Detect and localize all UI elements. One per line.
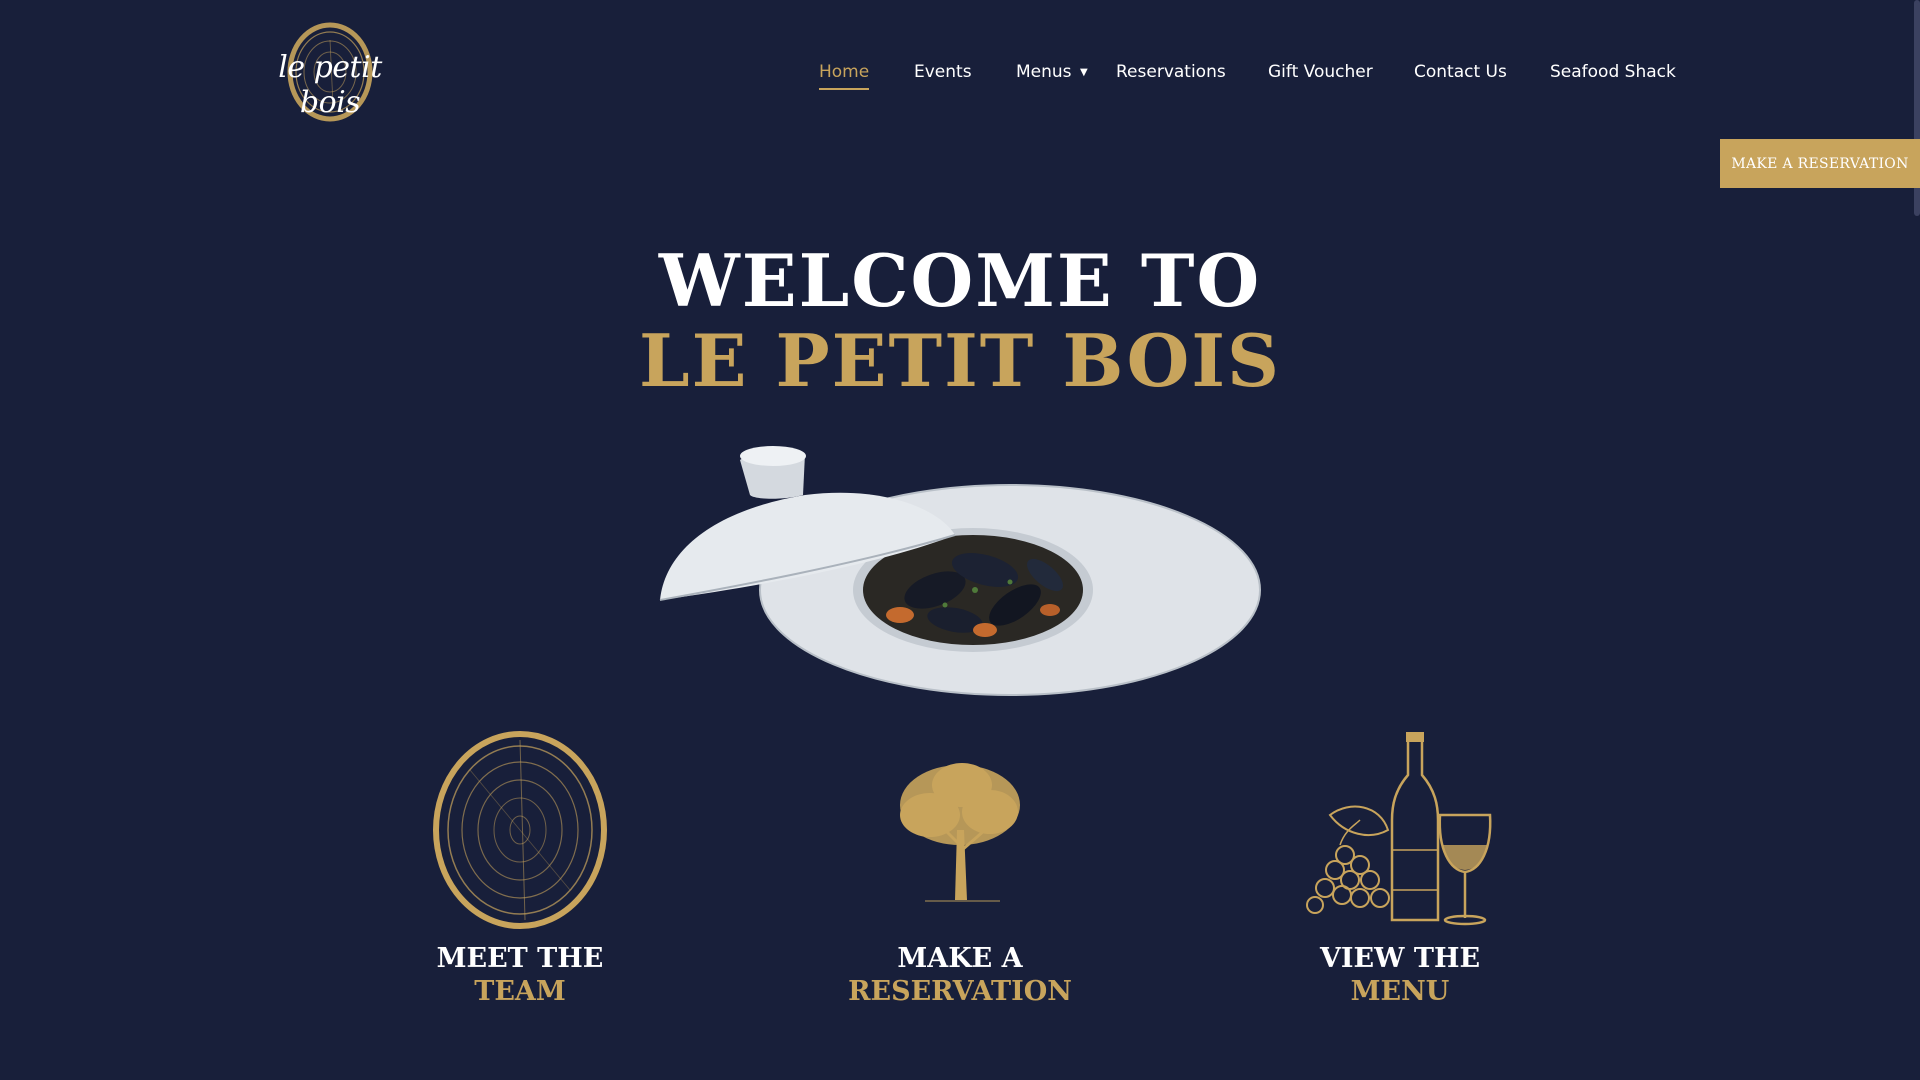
mussels-dish-image [655, 440, 1265, 704]
make-reservation-button[interactable]: MAKE A RESERVATION [1720, 139, 1920, 188]
feature-make-a-reservation[interactable]: MAKE A RESERVATION [810, 730, 1110, 1008]
chevron-down-icon[interactable]: ▼ [1080, 67, 1088, 78]
hero-title-line1: WELCOME TO [658, 238, 1262, 323]
nav-item-events[interactable]: Events [914, 62, 972, 82]
nav-item-gift-voucher[interactable]: Gift Voucher [1268, 62, 1373, 82]
feature-view-the-menu[interactable]: VIEW THE MENU [1250, 730, 1550, 1008]
feature-menu-line1: VIEW THE [1319, 943, 1481, 974]
feature-meet-the-team[interactable]: MEET THE TEAM [370, 730, 670, 1008]
nav-item-reservations[interactable]: Reservations [1116, 62, 1226, 82]
feature-team-line2: TEAM [474, 976, 566, 1007]
nav-item-menus[interactable]: Menus [1016, 62, 1072, 82]
main-navigation: Home Events Menus ▼ Reservations Gift Vo… [0, 62, 1920, 92]
nav-item-home[interactable]: Home [819, 62, 870, 90]
wood-slice-icon [433, 731, 607, 929]
nav-item-seafood-shack[interactable]: Seafood Shack [1550, 62, 1676, 82]
feature-reservation-line1: MAKE A [897, 943, 1023, 974]
feature-reservation-line2: RESERVATION [848, 976, 1072, 1007]
hero-title-line2: LE PETIT BOIS [638, 318, 1282, 403]
wine-bottle-glass-icon [1306, 732, 1492, 926]
feature-menu-line2: MENU [1350, 976, 1450, 1007]
nav-item-contact-us[interactable]: Contact Us [1414, 62, 1507, 82]
tree-icon [900, 763, 1020, 902]
feature-team-line1: MEET THE [436, 943, 604, 974]
